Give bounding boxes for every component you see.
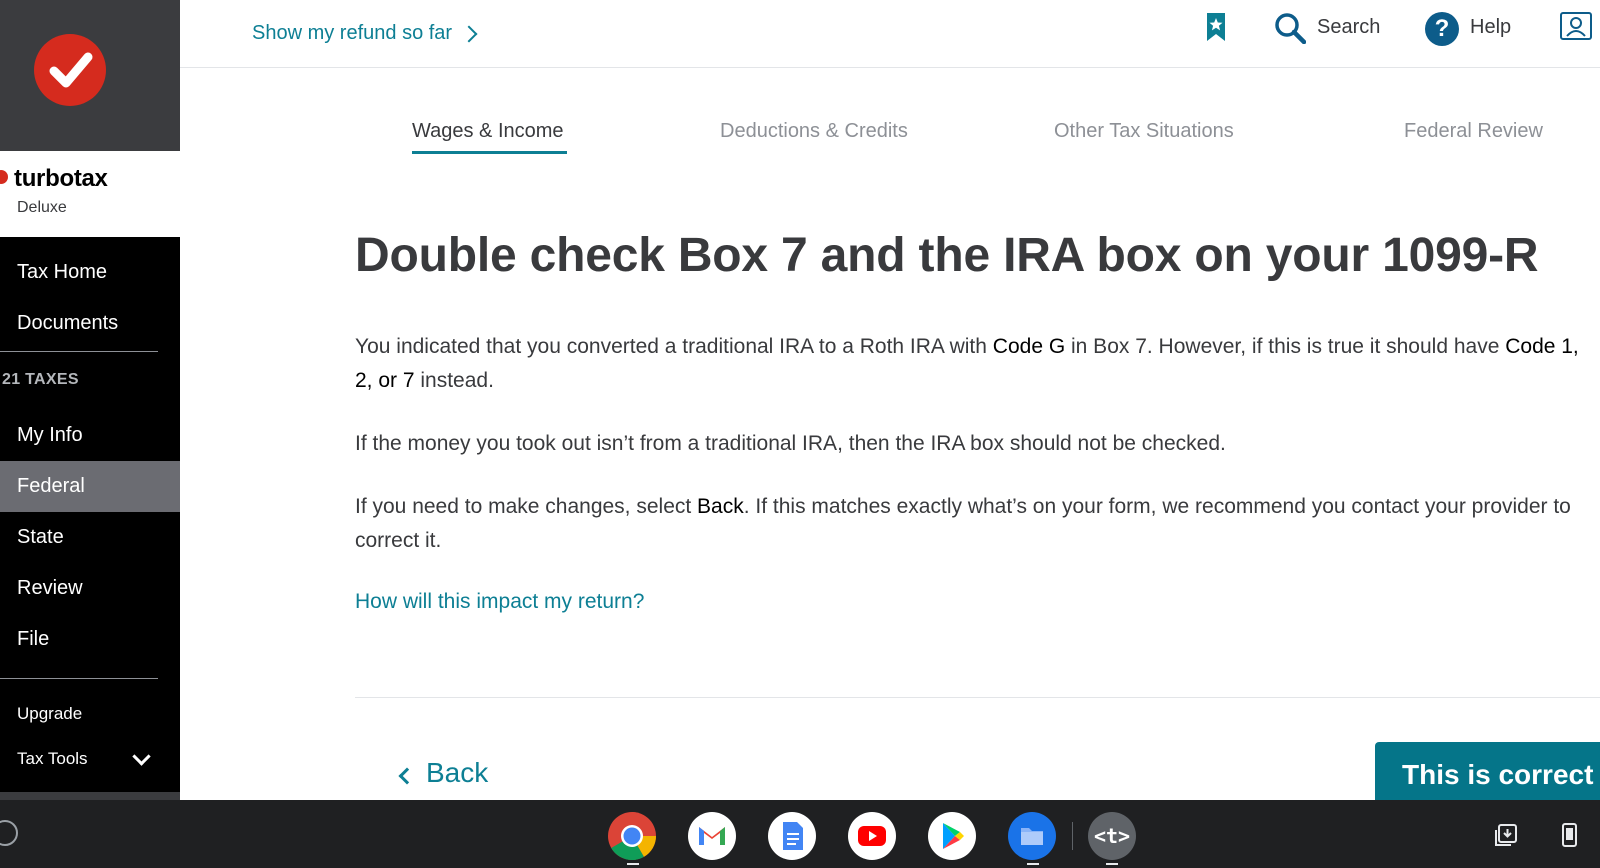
brand-edition: Deluxe [17,199,67,216]
tab-deductions-credits[interactable]: Deductions & Credits [720,120,908,143]
gmail-icon[interactable] [688,812,736,860]
terminal-icon[interactable]: <t> [1088,812,1136,860]
sidebar-item-federal[interactable]: Federal [0,461,180,512]
sidebar-item-file[interactable]: File [0,614,180,665]
sidebar-item-tax-tools[interactable]: Tax Tools [17,749,88,769]
sidebar-divider [0,678,158,679]
brand-block: turbotax Deluxe [0,151,180,237]
brand-check-icon [0,170,8,184]
youtube-icon[interactable] [848,812,896,860]
tab-wages-income[interactable]: Wages & Income [412,120,564,143]
paragraph-code-explanation: You indicated that you converted a tradi… [355,330,1595,398]
sidebar-item-my-info[interactable]: My Info [0,410,180,461]
sidebar-item-review[interactable]: Review [0,563,180,614]
show-refund-link[interactable]: Show my refund so far [252,22,452,45]
sidebar-item-tax-home[interactable]: Tax Home [0,247,180,298]
search-label[interactable]: Search [1317,16,1380,39]
shelf-separator [1072,822,1073,850]
paragraph-ira-box: If the money you took out isn’t from a t… [355,432,1226,455]
profile-icon[interactable] [1560,12,1592,40]
code-g-text: Code G [992,335,1066,358]
sidebar-item-upgrade[interactable]: Upgrade [17,704,82,724]
chevron-left-icon[interactable] [398,767,416,785]
header-divider [180,67,1600,68]
help-label[interactable]: Help [1470,16,1511,39]
sidebar-item-documents[interactable]: Documents [0,298,180,349]
brand-name: turbotax [14,165,108,192]
play-store-icon[interactable] [928,812,976,860]
page-title: Double check Box 7 and the IRA box on yo… [355,229,1539,282]
back-button[interactable]: Back [426,757,488,789]
this-is-correct-button[interactable]: This is correct [1375,742,1600,800]
sidebar: turbotax Deluxe Tax Home Documents 21 TA… [0,0,180,800]
screenshot-icon[interactable] [1493,822,1519,848]
paragraph-text: in Box 7. However, if this is true it sh… [1065,335,1506,358]
paragraph-make-changes: If you need to make changes, select Back… [355,490,1595,558]
sidebar-item-state[interactable]: State [0,512,180,563]
sidebar-section-label: 21 TAXES [2,371,79,388]
running-indicator [1027,863,1039,865]
docs-icon[interactable] [768,812,816,860]
sidebar-footer-strip [0,792,180,800]
back-reference-text: Back [697,495,744,518]
search-icon[interactable] [1274,12,1307,45]
sidebar-divider [0,351,158,352]
tab-federal-review[interactable]: Federal Review [1404,120,1543,143]
running-indicator [627,863,639,865]
bookmark-icon[interactable] [1206,12,1226,42]
content-divider [355,697,1600,698]
impact-help-link[interactable]: How will this impact my return? [355,590,644,614]
logo-block [0,0,180,151]
tab-other-tax-situations[interactable]: Other Tax Situations [1054,120,1234,143]
paragraph-text: You indicated that you converted a tradi… [355,335,993,358]
running-indicator [1106,863,1118,865]
turbotax-checkmark-logo-icon[interactable] [34,34,106,106]
chevron-right-icon[interactable] [460,25,478,43]
chevron-down-icon[interactable] [132,747,151,766]
paragraph-text: instead. [414,369,494,392]
tab-active-indicator [412,151,567,154]
files-icon[interactable] [1008,812,1056,860]
phone-hub-icon[interactable] [1556,822,1582,848]
paragraph-text: If you need to make changes, select [355,495,698,518]
chrome-icon[interactable] [608,812,656,861]
help-icon[interactable]: ? [1425,12,1459,46]
